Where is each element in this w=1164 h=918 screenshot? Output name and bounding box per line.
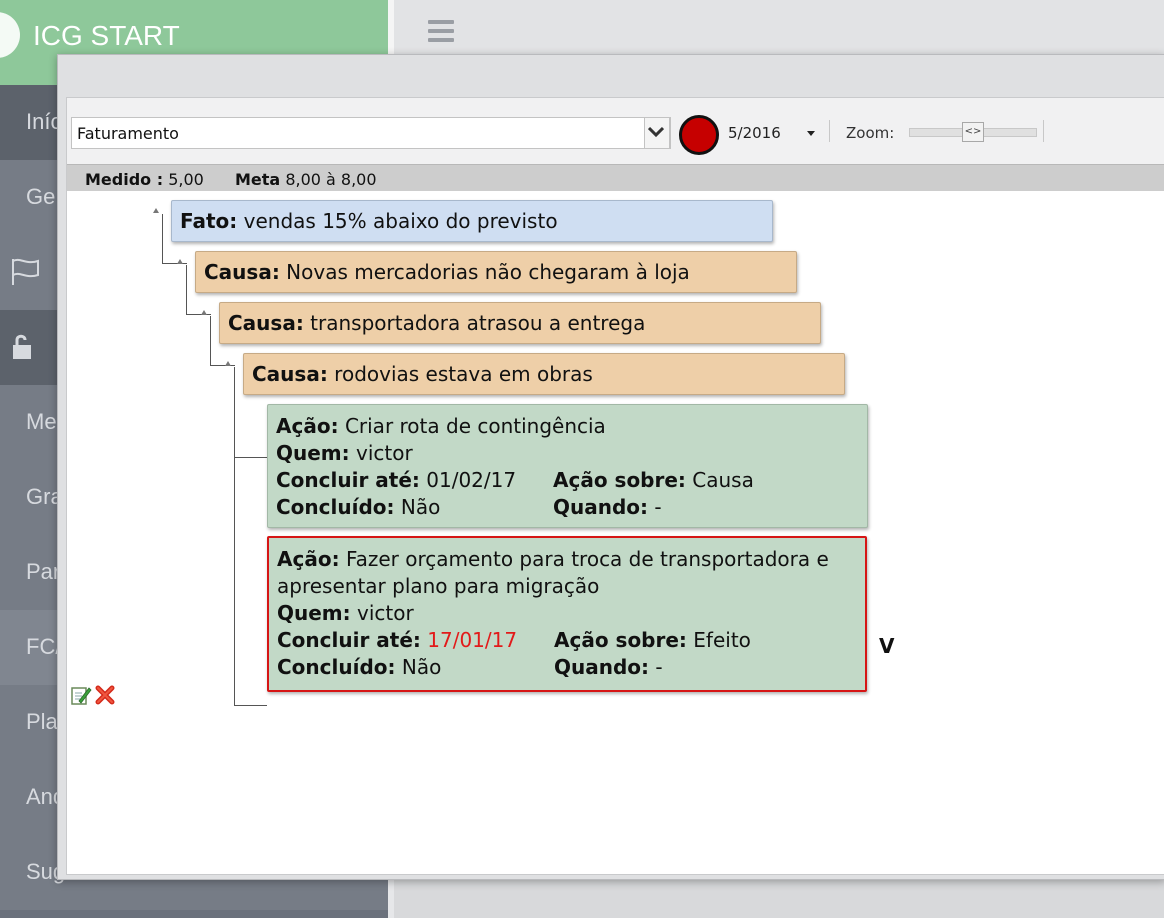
logo bbox=[0, 12, 20, 58]
zoom-slider-handle[interactable]: <> bbox=[962, 122, 984, 142]
period-dropdown-icon[interactable] bbox=[807, 131, 815, 136]
tree-connector bbox=[210, 316, 211, 365]
collapse-icon[interactable] bbox=[153, 208, 159, 213]
toolbar-divider bbox=[1043, 120, 1044, 142]
meta-text: Meta 8,00 à 8,00 bbox=[235, 170, 377, 189]
sidebar-item-label: Me bbox=[26, 409, 57, 434]
tree-connector bbox=[186, 265, 187, 314]
indicator-select[interactable]: Faturamento bbox=[71, 117, 671, 149]
sidebar-item-label: Pla bbox=[26, 709, 58, 734]
acao-node-selected[interactable]: Ação: Fazer orçamento para troca de tran… bbox=[267, 536, 867, 692]
dialog-body: Faturamento 5/2016 Zoom: <> Medido : 5,0… bbox=[66, 97, 1164, 875]
tree-connector bbox=[234, 457, 267, 458]
tree-connector bbox=[234, 705, 267, 706]
measurement-bar: Medido : 5,00 Meta 8,00 à 8,00 bbox=[67, 164, 1164, 191]
concluir-text: Concluir até: 01/02/17 bbox=[276, 468, 517, 492]
zoom-label: Zoom: bbox=[846, 124, 895, 142]
concluir-text: Concluir até: 17/01/17 bbox=[277, 628, 518, 652]
quando-text: Quando: - bbox=[554, 655, 663, 679]
ishikawa-dialog: Faturamento 5/2016 Zoom: <> Medido : 5,0… bbox=[57, 54, 1164, 880]
hamburger-menu-icon[interactable] bbox=[428, 20, 454, 42]
causa-node[interactable]: Causa: transportadora atrasou a entrega bbox=[219, 302, 821, 344]
unlock-icon bbox=[13, 334, 31, 359]
sidebar-item-label: Ge bbox=[26, 184, 56, 209]
check-mark: V bbox=[879, 634, 895, 658]
medido-text: Medido : 5,00 bbox=[85, 170, 204, 189]
collapse-icon[interactable] bbox=[177, 259, 183, 264]
status-indicator bbox=[679, 115, 719, 155]
chevron-down-icon bbox=[648, 126, 664, 138]
causa-node[interactable]: Causa: rodovias estava em obras bbox=[243, 353, 845, 395]
toolbar-divider bbox=[829, 120, 830, 142]
tree-connector bbox=[186, 314, 211, 315]
indicator-value: Faturamento bbox=[77, 124, 179, 143]
cause-tree: Fato: vendas 15% abaixo do previsto Caus… bbox=[67, 190, 1164, 874]
concluido-text: Concluído: Não bbox=[276, 495, 441, 519]
fato-node[interactable]: Fato: vendas 15% abaixo do previsto bbox=[171, 200, 773, 242]
flag-icon bbox=[12, 258, 39, 285]
causa-node[interactable]: Causa: Novas mercadorias não chegaram à … bbox=[195, 251, 797, 293]
quem-text: Quem: victor bbox=[277, 601, 414, 625]
tree-connector bbox=[210, 365, 235, 366]
tree-connector bbox=[162, 263, 187, 264]
acao-text: Ação: Criar rota de contingência bbox=[276, 414, 606, 438]
acao-sobre-text: Ação sobre: Efeito bbox=[554, 628, 751, 652]
brand-title: ICG START bbox=[33, 20, 180, 51]
quem-text: Quem: victor bbox=[276, 441, 413, 465]
indicator-dropdown-button[interactable] bbox=[644, 117, 670, 149]
collapse-icon[interactable] bbox=[225, 361, 231, 366]
quando-text: Quando: - bbox=[553, 495, 662, 519]
concluido-text: Concluído: Não bbox=[277, 655, 442, 679]
tree-connector bbox=[234, 367, 235, 705]
sidebar-item-label: Par bbox=[26, 559, 61, 584]
acao-sobre-text: Ação sobre: Causa bbox=[553, 468, 754, 492]
acao-text: Ação: Fazer orçamento para troca de tran… bbox=[277, 547, 829, 598]
collapse-icon[interactable] bbox=[201, 310, 207, 315]
edit-icon[interactable] bbox=[70, 684, 92, 706]
period-select[interactable]: 5/2016 bbox=[728, 124, 781, 142]
top-bar bbox=[388, 0, 1164, 60]
tree-connector bbox=[162, 214, 163, 263]
acao-node[interactable]: Ação: Criar rota de contingência Quem: v… bbox=[267, 404, 868, 528]
toolbar: Faturamento 5/2016 Zoom: <> bbox=[67, 98, 1164, 164]
delete-icon[interactable] bbox=[94, 684, 116, 706]
